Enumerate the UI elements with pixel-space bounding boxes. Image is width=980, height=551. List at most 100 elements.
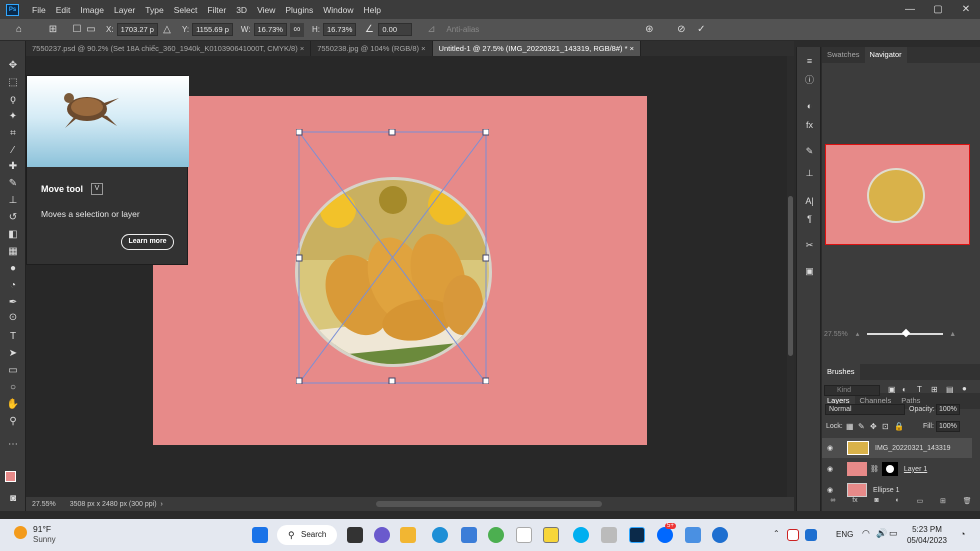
chain-link-icon[interactable]: ⛓ <box>870 465 879 473</box>
clone-stamp-icon[interactable]: ⊥ <box>5 194 21 208</box>
volume-icon[interactable]: 🔊 <box>876 528 887 539</box>
healing-brush-icon[interactable]: ✚ <box>5 160 21 174</box>
dodge-tool-icon[interactable]: ◔ <box>5 279 21 293</box>
filter-toggle-icon[interactable]: ● <box>962 384 967 393</box>
w-field[interactable]: 16.73% <box>253 23 287 36</box>
lock-artboard-icon[interactable]: ⊡ <box>882 422 889 431</box>
tray-app-icon[interactable] <box>805 529 817 541</box>
gradient-tool-icon[interactable]: ▦ <box>5 245 21 259</box>
color-icon[interactable]: ◐ <box>803 100 816 113</box>
quick-mask-icon[interactable]: ◙ <box>5 492 21 506</box>
filter-shape-icon[interactable]: ⊞ <box>931 385 938 394</box>
chrome-icon[interactable] <box>488 527 504 543</box>
layer-name[interactable]: Layer 1 <box>904 466 927 473</box>
tab-brushes[interactable]: Brushes <box>822 364 860 380</box>
triangle-icon[interactable]: △ <box>160 23 174 37</box>
brush-tool-icon[interactable]: ✎ <box>5 177 21 191</box>
menu-plugins[interactable]: Plugins <box>280 5 318 15</box>
menu-filter[interactable]: Filter <box>202 5 231 15</box>
layer-name[interactable]: Ellipse 1 <box>873 487 899 494</box>
path-selection-icon[interactable]: ➤ <box>5 347 21 361</box>
minimize-button[interactable]: — <box>896 0 924 19</box>
filter-smart-icon[interactable]: ▤ <box>946 385 954 394</box>
navigator-zoom-slider[interactable] <box>867 328 944 338</box>
notifications-icon[interactable]: ◔ <box>960 529 965 539</box>
character-icon[interactable]: A| <box>803 195 816 208</box>
input-language[interactable]: ENG <box>836 530 853 539</box>
foreground-color-swatch[interactable] <box>5 471 16 482</box>
lock-position-icon[interactable]: ✥ <box>870 422 877 431</box>
layer-name[interactable]: IMG_20220321_143319 <box>875 445 951 452</box>
type-tool-icon[interactable]: T <box>5 330 21 344</box>
lock-transparency-icon[interactable]: ▦ <box>846 422 854 431</box>
tab-swatches[interactable]: Swatches <box>822 47 865 63</box>
lock-pixels-icon[interactable]: ✎ <box>858 422 865 431</box>
pen-tool-icon[interactable]: ✒ <box>5 296 21 310</box>
blur-tool-icon[interactable]: ● <box>5 262 21 276</box>
menu-help[interactable]: Help <box>358 5 385 15</box>
opacity-field[interactable]: 100% <box>936 404 960 415</box>
adjustment-layer-icon[interactable]: ◐ <box>896 497 900 509</box>
magic-wand-icon[interactable]: ✦ <box>5 110 21 124</box>
snipping-tool-icon[interactable] <box>601 527 617 543</box>
menu-view[interactable]: View <box>252 5 280 15</box>
temperature[interactable]: 91°F <box>33 524 51 534</box>
photoshop-taskbar-icon[interactable] <box>629 527 645 543</box>
delete-layer-icon[interactable]: 🗑 <box>963 497 972 509</box>
maximize-button[interactable]: ▢ <box>924 0 952 19</box>
photoshop-logo-icon[interactable]: Ps <box>6 3 19 16</box>
taskbar-search[interactable]: Search <box>277 525 337 545</box>
antialias-label[interactable]: Anti-alias <box>446 25 479 34</box>
reference-point-icon[interactable]: ⊞ <box>46 23 60 37</box>
weather-sun-icon[interactable] <box>14 526 27 539</box>
layer-comps-icon[interactable]: ▣ <box>803 265 816 278</box>
new-layer-icon[interactable]: ⊞ <box>940 497 946 509</box>
marquee-tool-icon[interactable]: ⬚ <box>5 76 21 90</box>
wifi-icon[interactable]: ◠ <box>862 528 870 539</box>
clone-source-icon[interactable]: ⊥ <box>803 167 816 180</box>
learn-more-button[interactable]: Learn more <box>121 234 174 250</box>
zoom-out-icon[interactable]: ▴ <box>856 330 860 338</box>
new-group-icon[interactable]: ▭ <box>917 497 924 509</box>
weather-condition[interactable]: Sunny <box>33 535 56 544</box>
app-icon[interactable] <box>685 527 701 543</box>
close-tab-icon[interactable]: × <box>630 44 634 53</box>
ellipse-tool-icon[interactable]: ○ <box>5 381 21 395</box>
menu-image[interactable]: Image <box>75 5 109 15</box>
x-field[interactable]: 1703.27 p <box>116 23 158 36</box>
filter-type-icon[interactable]: T <box>917 385 922 394</box>
fx-icon[interactable]: fx <box>803 119 816 132</box>
properties-icon[interactable]: ≡ <box>803 55 816 68</box>
tools-settings-icon[interactable]: ✂ <box>803 239 816 252</box>
eyedropper-icon[interactable]: ⁄ <box>5 144 21 158</box>
sticky-notes-icon[interactable] <box>543 527 559 543</box>
eraser-tool-icon[interactable]: ◧ <box>5 228 21 242</box>
transform-bounding-box[interactable] <box>296 129 489 384</box>
lasso-tool-icon[interactable]: ϙ <box>5 93 21 107</box>
menu-file[interactable]: File <box>27 5 51 15</box>
tray-app-icon[interactable] <box>787 529 799 541</box>
lock-all-icon[interactable]: 🔒 <box>894 422 904 431</box>
menu-3d[interactable]: 3D <box>231 5 252 15</box>
layer-style-icon[interactable]: fx <box>852 497 857 509</box>
home-icon[interactable]: ⌂ <box>12 23 26 37</box>
tab-7550238[interactable]: 7550238.jpg @ 104% (RGB/8) × <box>311 41 433 56</box>
battery-icon[interactable]: ▭ <box>889 528 898 539</box>
hand-tool-icon[interactable]: ✋ <box>5 398 21 412</box>
teams-chat-icon[interactable] <box>374 527 390 543</box>
tab-untitled-1[interactable]: Untitled-1 @ 27.5% (IMG_20220321_143319,… <box>432 41 642 56</box>
more-tools-icon[interactable]: ⋯ <box>5 438 21 452</box>
interpolation-icon[interactable]: ⊿ <box>424 23 438 37</box>
zalo-icon[interactable] <box>657 527 673 543</box>
link-icon[interactable]: ∞ <box>289 22 304 37</box>
taskbar-clock[interactable]: 5:23 PM 05/04/2023 <box>899 524 955 546</box>
visibility-eye-icon[interactable]: ◉ <box>827 486 835 494</box>
file-explorer-icon[interactable] <box>400 527 416 543</box>
document-info[interactable]: 3508 px x 2480 px (300 ppi) <box>70 501 157 508</box>
move-tool-icon[interactable]: ✥ <box>5 59 21 73</box>
menu-type[interactable]: Type <box>140 5 168 15</box>
cancel-transform-icon[interactable]: ⊘ <box>674 23 688 37</box>
history-brush-icon[interactable]: ↺ <box>5 211 21 225</box>
tab-7550237[interactable]: 7550237.psd @ 90.2% (Set 18A chiếc_360_1… <box>26 41 312 56</box>
visibility-eye-icon[interactable]: ◉ <box>827 444 835 452</box>
